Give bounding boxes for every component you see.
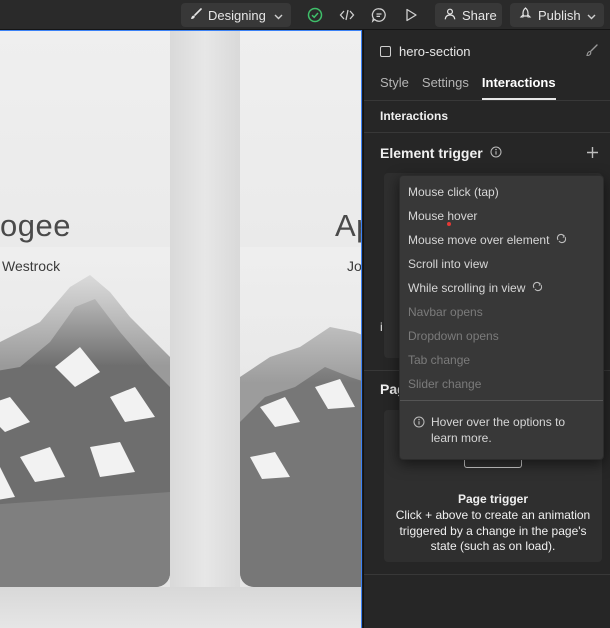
trigger-dropdown-menu: Mouse click (tap) Mouse hover Mouse move…: [399, 175, 604, 460]
mode-dropdown-button[interactable]: Designing: [181, 3, 291, 27]
card-title: ogee: [0, 208, 71, 243]
share-label: Share: [462, 7, 497, 23]
option-scroll-into-view[interactable]: Scroll into view: [408, 257, 488, 271]
card-subtitle: Jo: [347, 258, 362, 274]
code-icon[interactable]: [338, 6, 356, 24]
publish-label: Publish: [538, 7, 581, 23]
element-checkbox[interactable]: [380, 46, 391, 57]
divider: [364, 574, 610, 575]
comment-icon[interactable]: [370, 6, 388, 24]
mouse-cursor: [447, 222, 451, 226]
tab-settings[interactable]: Settings: [422, 75, 469, 100]
option-label: Mouse click (tap): [408, 185, 499, 199]
option-mouse-move[interactable]: Mouse move over element: [408, 233, 567, 247]
rocket-icon: [519, 7, 532, 23]
hero-card[interactable]: ogee Westrock: [0, 31, 170, 587]
continuous-icon: [532, 281, 543, 295]
option-label: Tab change: [408, 353, 471, 367]
interactions-heading: Interactions: [380, 109, 449, 123]
continuous-icon: [556, 233, 567, 247]
hero-card[interactable]: Ap Jo: [240, 31, 362, 587]
mountain-image: [0, 247, 170, 587]
page-trigger-description: Click + above to create an animation tri…: [395, 508, 591, 553]
hint-text: Hover over the options to learn more.: [431, 415, 566, 445]
option-navbar-opens: Navbar opens: [408, 305, 483, 319]
tab-interactions[interactable]: Interactions: [481, 75, 556, 100]
info-icon: [413, 416, 425, 432]
divider: [364, 132, 610, 133]
tab-style[interactable]: Style: [380, 75, 409, 100]
option-label: Slider change: [408, 377, 482, 391]
chevron-down-icon: [274, 8, 283, 23]
canvas-bottom: [0, 587, 361, 628]
option-label: Mouse hover: [408, 209, 478, 223]
element-trigger-text: i: [380, 320, 383, 334]
menu-hint: Hover over the options to learn more.: [413, 414, 593, 446]
divider: [364, 100, 610, 101]
option-label: Dropdown opens: [408, 329, 499, 343]
option-mouse-hover[interactable]: Mouse hover: [408, 209, 477, 223]
mountain-image: [240, 247, 361, 587]
option-mouse-click[interactable]: Mouse click (tap): [408, 185, 499, 199]
selected-element[interactable]: hero-section: [380, 44, 471, 59]
design-canvas[interactable]: ogee Westrock Ap Jo: [0, 30, 362, 628]
share-button[interactable]: Share: [435, 3, 502, 27]
option-dropdown-opens: Dropdown opens: [408, 329, 499, 343]
element-trigger-label: Element trigger: [380, 145, 483, 161]
brush-icon: [190, 7, 202, 23]
option-label: Navbar opens: [408, 305, 483, 319]
info-icon[interactable]: [490, 145, 502, 161]
card-title: Ap: [335, 208, 361, 243]
panel-tabs: Style Settings Interactions: [380, 75, 569, 100]
element-trigger-heading: Element trigger: [380, 145, 502, 161]
canvas-gap: [170, 31, 240, 628]
option-label: Mouse move over element: [408, 233, 550, 247]
card-subtitle: Westrock: [2, 258, 61, 274]
option-slider-change: Slider change: [408, 377, 481, 391]
option-while-scrolling[interactable]: While scrolling in view: [408, 281, 543, 295]
user-icon: [444, 8, 456, 23]
chevron-down-icon: [587, 8, 596, 23]
option-label: While scrolling in view: [408, 281, 526, 295]
page-trigger-title: Page trigger: [457, 492, 529, 506]
play-icon[interactable]: [402, 6, 420, 24]
option-label: Scroll into view: [408, 257, 489, 271]
check-circle-icon[interactable]: [306, 6, 324, 24]
element-name: hero-section: [399, 44, 471, 59]
menu-divider: [400, 400, 603, 401]
publish-button[interactable]: Publish: [510, 3, 604, 27]
option-tab-change: Tab change: [408, 353, 470, 367]
mode-label: Designing: [208, 7, 266, 23]
brush-icon[interactable]: [585, 44, 598, 60]
top-toolbar: Designing Share Publish: [0, 0, 610, 30]
add-trigger-icon[interactable]: [586, 144, 599, 164]
